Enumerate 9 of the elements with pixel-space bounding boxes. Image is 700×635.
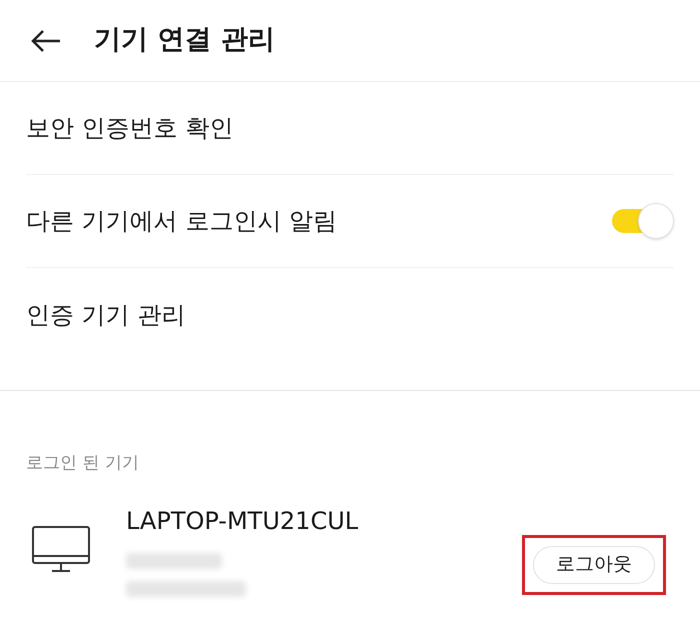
page-title: 기기 연결 관리 xyxy=(94,23,275,58)
menu-item[interactable]: 다른 기기에서 로그인시 알림 xyxy=(26,203,337,239)
monitor-icon xyxy=(32,526,90,574)
toggle-switch[interactable] xyxy=(610,206,674,236)
menu-item[interactable]: 보안 인증번호 확인 xyxy=(26,110,234,146)
device-name: LAPTOP-MTU21CUL xyxy=(126,506,358,536)
section-title: 로그인 된 기기 xyxy=(26,453,139,473)
logout-button[interactable]: 로그아웃 xyxy=(533,546,655,584)
menu-item[interactable]: 인증 기기 관리 xyxy=(26,296,186,332)
